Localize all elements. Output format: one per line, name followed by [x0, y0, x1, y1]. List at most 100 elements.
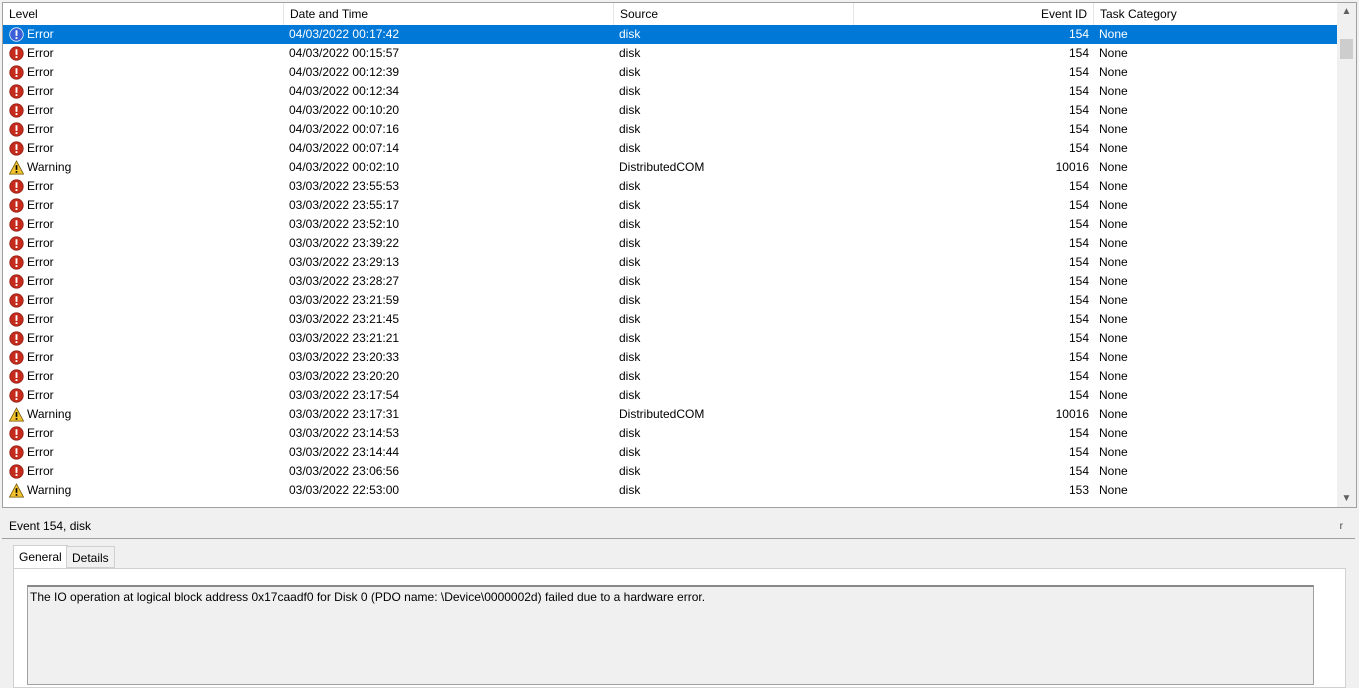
table-row[interactable]: Error 04/03/2022 00:15:57 disk 154 None — [3, 44, 1337, 63]
table-row[interactable]: Error 03/03/2022 23:52:10 disk 154 None — [3, 215, 1337, 234]
scrollbar-thumb[interactable] — [1340, 39, 1353, 59]
level-cell: Error — [7, 196, 283, 215]
level-text: Error — [27, 46, 54, 60]
level-cell: Error — [7, 63, 283, 82]
table-row[interactable]: Error 03/03/2022 23:29:13 disk 154 None — [3, 253, 1337, 272]
task-category-cell: None — [1099, 312, 1128, 326]
source-cell: disk — [619, 84, 641, 98]
event-detail-title: Event 154, disk — [9, 519, 92, 533]
task-category-cell: None — [1099, 236, 1128, 250]
divider — [2, 538, 1355, 539]
level-cell: Error — [7, 462, 283, 481]
task-category-cell: None — [1099, 445, 1128, 459]
event-id-cell: 154 — [1068, 464, 1089, 478]
task-category-cell: None — [1099, 388, 1128, 402]
source-cell: disk — [619, 27, 641, 41]
scroll-up-icon[interactable]: ▲ — [1337, 3, 1356, 20]
table-row[interactable]: Error 03/03/2022 23:17:54 disk 154 None — [3, 386, 1337, 405]
table-row[interactable]: Error 04/03/2022 00:07:16 disk 154 None — [3, 120, 1337, 139]
column-header-level[interactable]: Level — [3, 3, 284, 25]
level-cell: Error — [7, 443, 283, 462]
event-detail-pane: Event 154, disk r General Details The IO… — [2, 514, 1357, 688]
level-text: Error — [27, 274, 54, 288]
table-row[interactable]: Error 03/03/2022 23:55:53 disk 154 None — [3, 177, 1337, 196]
table-row[interactable]: Error 03/03/2022 23:14:44 disk 154 None — [3, 443, 1337, 462]
table-row[interactable]: Error 04/03/2022 00:12:39 disk 154 None — [3, 63, 1337, 82]
table-row[interactable]: Error 03/03/2022 23:39:22 disk 154 None — [3, 234, 1337, 253]
source-cell: disk — [619, 236, 641, 250]
vertical-scrollbar[interactable]: ▲ ▼ — [1337, 3, 1356, 507]
tab-details[interactable]: Details — [66, 546, 115, 568]
event-id-cell: 154 — [1068, 293, 1089, 307]
level-cell: Error — [7, 253, 283, 272]
source-cell: disk — [619, 274, 641, 288]
scroll-down-icon[interactable]: ▼ — [1337, 490, 1356, 507]
date-time-cell: 04/03/2022 00:17:42 — [289, 27, 400, 41]
level-cell: Error — [7, 25, 283, 44]
level-text: Warning — [27, 407, 72, 421]
table-row[interactable]: Error 03/03/2022 23:55:17 disk 154 None — [3, 196, 1337, 215]
event-id-cell: 154 — [1068, 274, 1089, 288]
level-text: Error — [27, 331, 54, 345]
event-id-cell: 154 — [1068, 445, 1089, 459]
date-time-cell: 03/03/2022 23:14:53 — [289, 426, 400, 440]
date-time-cell: 03/03/2022 23:21:45 — [289, 312, 400, 326]
task-category-cell: None — [1099, 464, 1128, 478]
table-row[interactable]: Warning 03/03/2022 22:53:00 disk 153 None — [3, 481, 1337, 500]
level-cell: Warning — [7, 405, 283, 424]
date-time-cell: 04/03/2022 00:15:57 — [289, 46, 400, 60]
table-row[interactable]: Error 03/03/2022 23:28:27 disk 154 None — [3, 272, 1337, 291]
tab-general[interactable]: General — [13, 545, 68, 568]
table-row[interactable]: Error 03/03/2022 23:14:53 disk 154 None — [3, 424, 1337, 443]
event-id-cell: 154 — [1068, 255, 1089, 269]
event-description[interactable]: The IO operation at logical block addres… — [27, 585, 1314, 685]
table-row[interactable]: Error 03/03/2022 23:20:20 disk 154 None — [3, 367, 1337, 386]
task-category-cell: None — [1099, 27, 1128, 41]
level-cell: Error — [7, 101, 283, 120]
table-row[interactable]: Error 03/03/2022 23:06:56 disk 154 None — [3, 462, 1337, 481]
table-row[interactable]: Error 04/03/2022 00:12:34 disk 154 None — [3, 82, 1337, 101]
date-time-cell: 04/03/2022 00:12:34 — [289, 84, 400, 98]
event-id-cell: 153 — [1068, 483, 1089, 497]
column-header-task-category[interactable]: Task Category — [1094, 3, 1339, 25]
level-text: Error — [27, 65, 54, 79]
event-id-cell: 154 — [1068, 236, 1089, 250]
date-time-cell: 03/03/2022 23:21:21 — [289, 331, 400, 345]
level-cell: Error — [7, 348, 283, 367]
event-id-cell: 154 — [1068, 84, 1089, 98]
source-cell: disk — [619, 141, 641, 155]
task-category-cell: None — [1099, 198, 1128, 212]
table-row[interactable]: Error 03/03/2022 23:20:33 disk 154 None — [3, 348, 1337, 367]
table-row[interactable]: Warning 03/03/2022 23:17:31 DistributedCOM… — [3, 405, 1337, 424]
task-category-cell: None — [1099, 160, 1128, 174]
source-cell: disk — [619, 426, 641, 440]
table-row[interactable]: Warning 04/03/2022 00:02:10 DistributedCOM… — [3, 158, 1337, 177]
level-cell: Error — [7, 272, 283, 291]
event-id-cell: 154 — [1068, 141, 1089, 155]
column-header-event-id[interactable]: Event ID — [854, 3, 1094, 25]
table-row[interactable]: Error 03/03/2022 23:21:21 disk 154 None — [3, 329, 1337, 348]
event-id-cell: 10016 — [1055, 407, 1089, 421]
table-row[interactable]: Error 04/03/2022 00:10:20 disk 154 None — [3, 101, 1337, 120]
date-time-cell: 03/03/2022 23:20:33 — [289, 350, 400, 364]
event-id-cell: 154 — [1068, 27, 1089, 41]
column-header-source[interactable]: Source — [614, 3, 854, 25]
source-cell: disk — [619, 388, 641, 402]
level-text: Error — [27, 388, 54, 402]
level-text: Error — [27, 179, 54, 193]
task-category-cell: None — [1099, 274, 1128, 288]
task-category-cell: None — [1099, 350, 1128, 364]
table-row[interactable]: Error 04/03/2022 00:07:14 disk 154 None — [3, 139, 1337, 158]
detail-close-icon[interactable]: r — [1340, 521, 1343, 532]
task-category-cell: None — [1099, 217, 1128, 231]
table-row[interactable]: Error 04/03/2022 00:17:42 disk 154 None — [3, 25, 1337, 44]
task-category-cell: None — [1099, 255, 1128, 269]
column-header-date-and-time[interactable]: Date and Time — [284, 3, 614, 25]
table-row[interactable]: Error 03/03/2022 23:21:59 disk 154 None — [3, 291, 1337, 310]
task-category-cell: None — [1099, 331, 1128, 345]
level-cell: Error — [7, 291, 283, 310]
level-text: Warning — [27, 483, 72, 497]
date-time-cell: 04/03/2022 00:07:16 — [289, 122, 400, 136]
task-category-cell: None — [1099, 179, 1128, 193]
table-row[interactable]: Error 03/03/2022 23:21:45 disk 154 None — [3, 310, 1337, 329]
